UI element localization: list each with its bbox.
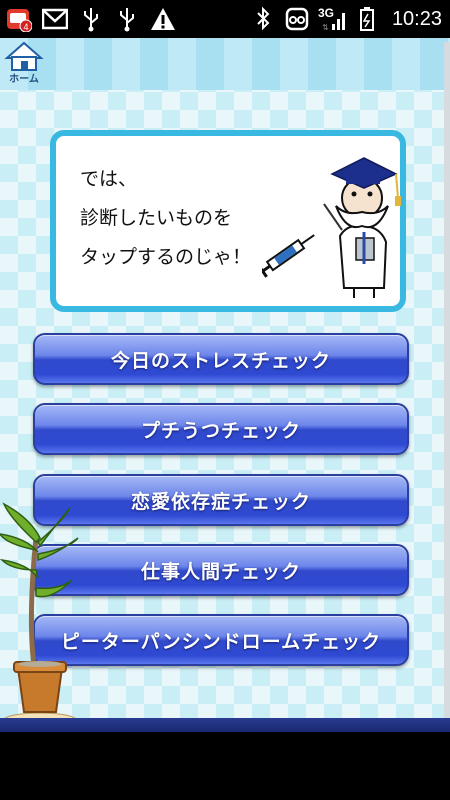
warning-icon [150,6,176,32]
app-screen: ホーム では、 診断したいものを タップするのじゃ！ 今日のストレスチェック プ… [0,38,450,732]
menu-button-workaholic-check[interactable]: 仕事人間チェック [33,544,409,596]
battery-icon [354,6,380,32]
footer-bar [0,718,450,732]
app-notification-icon: 4 [6,6,32,32]
usb-icon [78,6,104,32]
voicemail-icon [284,6,310,32]
menu-button-love-dependency-check[interactable]: 恋愛依存症チェック [33,474,409,526]
professor-illustration [262,157,401,298]
gmail-icon [42,6,68,32]
status-bar: 4 3G ⇅ 10:23 [0,0,450,38]
menu-button-stress-check[interactable]: 今日のストレスチェック [33,333,409,385]
bluetooth-icon [250,6,276,32]
clock: 10:23 [391,7,442,30]
header-bar [0,38,450,90]
signal-icon: 3G ⇅ [318,6,346,32]
menu-button-label: ピーターパンシンドロームチェック [60,630,382,653]
menu-button-petit-depression-check[interactable]: プチうつチェック [33,403,409,455]
menu-button-peter-pan-syndrome-check[interactable]: ピーターパンシンドロームチェック [33,614,409,666]
potted-plant-illustration [0,502,79,728]
svg-text:⇅: ⇅ [322,23,329,32]
svg-text:4: 4 [23,22,28,32]
scrollbar[interactable] [444,42,450,728]
speech-box: では、 診断したいものを タップするのじゃ！ [50,130,406,312]
menu-button-label: プチうつチェック [140,419,301,442]
menu-button-label: 今日のストレスチェック [110,349,331,372]
menu-button-label: 恋愛依存症チェック [130,490,311,513]
menu-button-label: 仕事人間チェック [140,560,301,583]
home-button[interactable]: ホーム [4,40,44,86]
usb-icon [114,6,140,32]
speech-text: では、 診断したいものを タップするのじゃ！ [80,168,252,268]
home-label: ホーム [9,74,39,85]
home-icon [4,41,44,71]
